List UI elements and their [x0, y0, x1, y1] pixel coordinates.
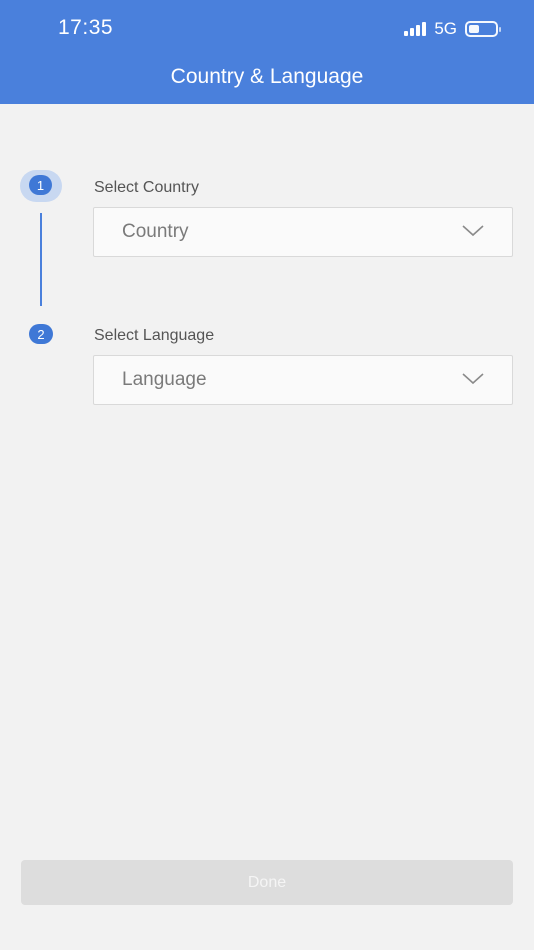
status-time: 17:35 — [58, 16, 114, 39]
app-header: 17:35 5G Country & Language — [0, 0, 534, 104]
network-type: 5G — [434, 19, 457, 38]
status-indicators: 5G — [404, 19, 501, 39]
country-select[interactable]: Country — [93, 207, 513, 257]
step-2-indicator: 2 — [29, 324, 53, 344]
language-select-placeholder: Language — [122, 369, 207, 390]
done-button[interactable]: Done — [21, 860, 513, 905]
page-title: Country & Language — [170, 65, 364, 88]
step-1-indicator: 1 — [29, 175, 52, 195]
battery-level-fill — [469, 25, 479, 33]
select-language-label: Select Language — [94, 327, 215, 344]
chevron-down-icon — [462, 225, 484, 237]
step-connector-line — [40, 213, 42, 306]
chevron-down-icon — [462, 373, 484, 385]
signal-bars-icon — [404, 22, 427, 36]
language-select[interactable]: Language — [93, 355, 513, 405]
battery-icon — [465, 21, 501, 37]
select-country-label: Select Country — [94, 179, 199, 196]
country-select-placeholder: Country — [122, 221, 189, 242]
